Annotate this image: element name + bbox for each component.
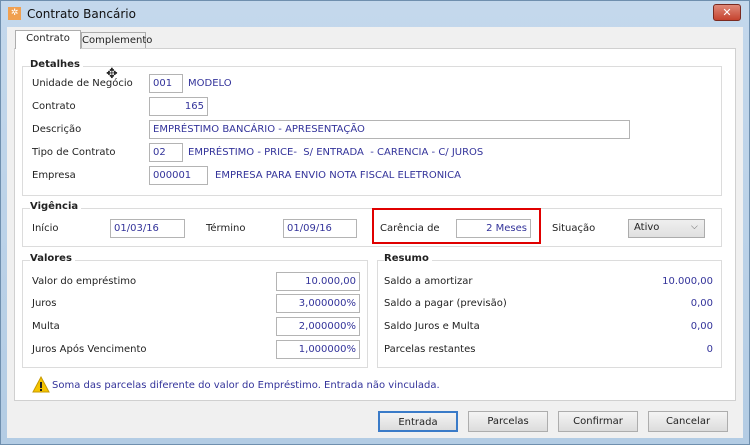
chevron-down-icon: ⌵: [691, 222, 698, 232]
termino-input[interactable]: 01/09/16: [283, 219, 357, 238]
situacao-label: Situação: [552, 223, 596, 234]
entrada-button[interactable]: Entrada: [378, 411, 458, 432]
parcelas-button[interactable]: Parcelas: [468, 411, 548, 432]
warning-message: Soma das parcelas diferente do valor do …: [52, 380, 440, 391]
window-title: Contrato Bancário: [27, 7, 136, 21]
tab-contrato[interactable]: Contrato: [15, 30, 81, 49]
saldo-amortizar-value: 10.000,00: [662, 276, 713, 287]
juros-apos-label: Juros Após Vencimento: [32, 344, 147, 355]
unidade-code-input[interactable]: 001: [149, 74, 183, 93]
juros-label: Juros: [32, 298, 57, 309]
contrato-label: Contrato: [32, 101, 76, 112]
empresa-code-input[interactable]: 000001: [149, 166, 208, 185]
tab-complemento[interactable]: Complemento: [81, 32, 152, 49]
parcelas-restantes-label: Parcelas restantes: [384, 344, 476, 355]
inicio-input[interactable]: 01/03/16: [110, 219, 185, 238]
contrato-input[interactable]: 165: [149, 97, 208, 116]
multa-input[interactable]: 2,000000%: [276, 317, 360, 336]
termino-label: Término: [206, 223, 246, 234]
situacao-select[interactable]: Ativo ⌵: [628, 219, 705, 238]
unidade-name: MODELO: [188, 78, 232, 89]
tipo-label: Tipo de Contrato: [32, 147, 116, 158]
carencia-input[interactable]: 2 Meses: [456, 219, 531, 238]
multa-label: Multa: [32, 321, 60, 332]
confirmar-button[interactable]: Confirmar: [558, 411, 638, 432]
detalhes-title: Detalhes: [30, 59, 83, 70]
valor-emprestimo-input[interactable]: 10.000,00: [276, 272, 360, 291]
app-icon: ✲: [8, 7, 21, 20]
resumo-title: Resumo: [384, 253, 432, 264]
move-cursor-icon: ✥: [106, 66, 118, 82]
close-button[interactable]: ✕: [713, 4, 741, 21]
saldo-amortizar-label: Saldo a amortizar: [384, 276, 473, 287]
warning-icon: [32, 376, 50, 393]
empresa-label: Empresa: [32, 170, 76, 181]
inicio-label: Início: [32, 223, 59, 234]
juros-input[interactable]: 3,000000%: [276, 294, 360, 313]
valor-emprestimo-label: Valor do empréstimo: [32, 276, 137, 287]
saldo-pagar-label: Saldo a pagar (previsão): [384, 298, 507, 309]
descricao-label: Descrição: [32, 124, 82, 135]
saldo-juros-label: Saldo Juros e Multa: [384, 321, 480, 332]
descricao-input[interactable]: EMPRÉSTIMO BANCÁRIO - APRESENTAÇÃO: [149, 120, 630, 139]
situacao-value: Ativo: [634, 222, 660, 233]
tipo-name: EMPRÉSTIMO - PRICE- S/ ENTRADA - CARENCI…: [188, 147, 484, 158]
vigencia-title: Vigência: [30, 201, 82, 212]
parcelas-restantes-value: 0: [706, 344, 713, 355]
tipo-code-input[interactable]: 02: [149, 143, 183, 162]
empresa-name: EMPRESA PARA ENVIO NOTA FISCAL ELETRONIC…: [215, 170, 461, 181]
saldo-pagar-value: 0,00: [690, 298, 713, 309]
cancelar-button[interactable]: Cancelar: [648, 411, 728, 432]
carencia-label: Carência de: [380, 223, 440, 234]
saldo-juros-value: 0,00: [690, 321, 713, 332]
juros-apos-input[interactable]: 1,000000%: [276, 340, 360, 359]
valores-title: Valores: [30, 253, 75, 264]
